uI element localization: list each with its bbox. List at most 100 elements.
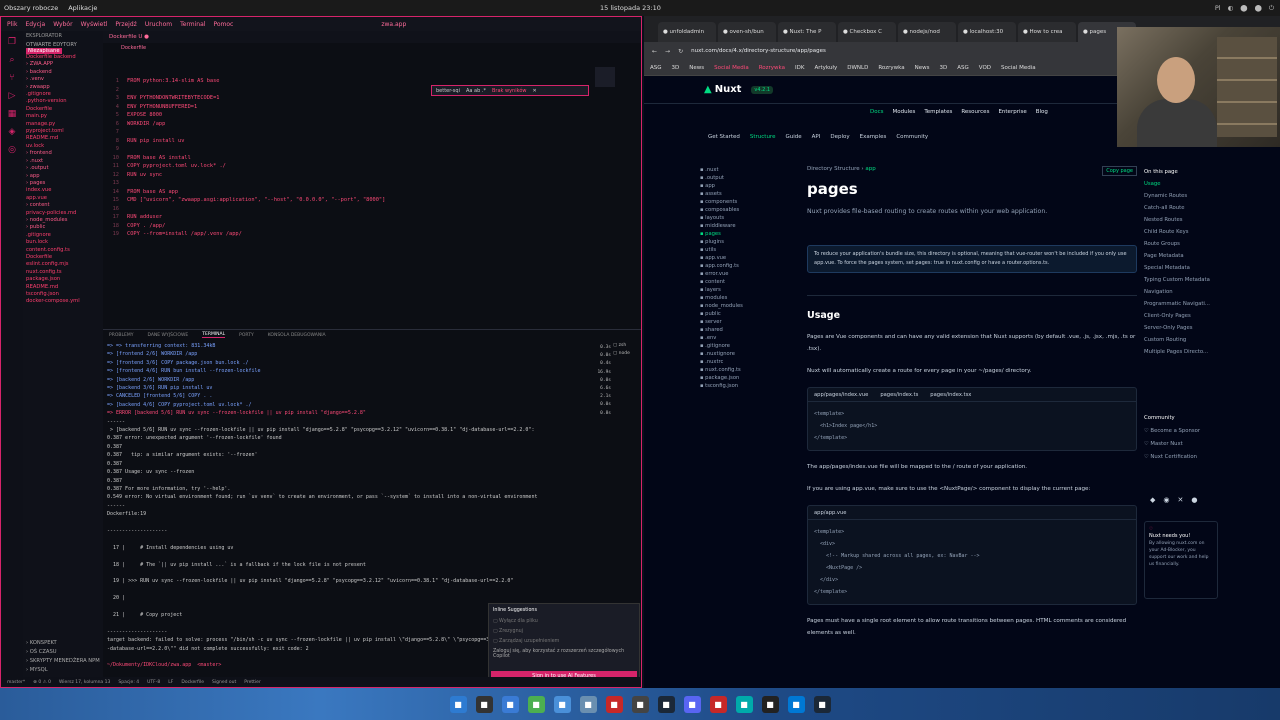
code-line[interactable]: 6 WORKDIR /app (103, 120, 603, 129)
apps-icon[interactable]: ■ (501, 695, 519, 713)
docs-tree-item[interactable]: ▪ app.vue (700, 254, 800, 262)
toc-link[interactable]: Dynamic Routes (1144, 190, 1244, 202)
status-item[interactable]: LF (168, 680, 173, 685)
docs-tree-item[interactable]: ▪ error.vue (700, 270, 800, 278)
docs-tree-item[interactable]: ▪ layers (700, 286, 800, 294)
code-tab[interactable]: app/pages/index.vue (814, 392, 868, 398)
back-icon[interactable]: ← (652, 48, 657, 55)
code-text[interactable]: COPY pyproject.toml uv.lock* ./ (127, 163, 226, 169)
toc-link[interactable]: Page Metadata (1144, 250, 1244, 262)
bookmark[interactable]: 3D (940, 65, 948, 71)
subnav-link[interactable]: API (812, 134, 821, 140)
source-control-icon[interactable]: ⑂ (9, 73, 14, 83)
bookmark[interactable]: DWNLD (847, 65, 868, 71)
bookmark[interactable]: Rozrywka (759, 65, 785, 71)
file-item[interactable]: content.config.ts (26, 247, 100, 254)
code-text[interactable]: RUN adduser (127, 214, 162, 220)
status-item[interactable]: Dockerfile (181, 680, 204, 685)
browser-tab[interactable]: ● Nuxt: The P (778, 22, 836, 42)
copilot-option[interactable]: ▢ Zarządzaj uzupełnieniem (493, 637, 635, 647)
browser-tab[interactable]: ● localhost:30 (958, 22, 1016, 42)
folder-item[interactable]: › .nuxt (26, 158, 100, 165)
docs-tree-item[interactable]: ▪ components (700, 198, 800, 206)
docs-tree-item[interactable]: ▪ tsconfig.json (700, 382, 800, 390)
docs-tree-item[interactable]: ▪ modules (700, 294, 800, 302)
toc-link[interactable]: Catch-all Route (1144, 202, 1244, 214)
code-tab[interactable]: pages/index.tsx (930, 392, 971, 398)
folder-item[interactable]: › node_modules (26, 217, 100, 224)
toc-link[interactable]: Navigation (1144, 286, 1244, 298)
docs-tree-item[interactable]: ▪ nuxt.config.ts (700, 366, 800, 374)
code-text[interactable]: ENV PYTHONUNBUFFERED=1 (127, 104, 197, 110)
clock[interactable]: 15 listopada 23:10 (600, 4, 661, 12)
community-link[interactable]: ♡ Become a Sponsor (1144, 425, 1244, 438)
tray-item[interactable]: ◐ (1228, 4, 1234, 13)
copilot-option[interactable]: ▢ Zrezygnuj (493, 627, 635, 637)
code-line[interactable]: 10 FROM base AS install (103, 154, 603, 163)
code-line[interactable]: 15 CMD ["uvicorn", "zwaapp.asgi:applicati… (103, 196, 603, 205)
open-editor-item[interactable]: Dockerfile backend (26, 54, 100, 61)
docs-tree-item[interactable]: ▪ .nuxtignore (700, 350, 800, 358)
code-line[interactable]: 3 ENV PYTHONDONTWRITEBYTECODE=1 (103, 94, 603, 103)
file-item[interactable]: Dockerfile (26, 254, 100, 261)
run-debug-icon[interactable]: ▷ (9, 91, 16, 101)
menu-item[interactable]: Terminal (180, 21, 205, 28)
docs-tree-item[interactable]: ▪ pages (700, 230, 800, 238)
nav-link[interactable]: Enterprise (998, 109, 1026, 115)
file-item[interactable]: tsconfig.json (26, 291, 100, 298)
bookmark[interactable]: News (689, 65, 704, 71)
code-line[interactable]: 7 (103, 128, 603, 137)
toc-link[interactable]: Custom Routing (1144, 334, 1244, 346)
database-icon[interactable]: ◎ (8, 145, 16, 155)
code-text[interactable]: RUN pip install uv (127, 138, 184, 144)
code-line[interactable]: 1 FROM python:3.14-slim AS base (103, 77, 603, 86)
github-icon[interactable]: ● (1191, 496, 1197, 504)
outline-section[interactable]: › OŚ CZASU (26, 649, 100, 655)
docs-tree-item[interactable]: ▪ .nuxtrc (700, 358, 800, 366)
bookmark[interactable]: News (915, 65, 930, 71)
menu-item[interactable]: Wyświetl (81, 21, 108, 28)
toc-link[interactable]: Server-Only Pages (1144, 322, 1244, 334)
reload-icon[interactable]: ↻ (678, 48, 683, 55)
subnav-link[interactable]: Deploy (830, 134, 849, 140)
breadcrumb[interactable]: Dockerfile (103, 43, 641, 53)
bookmark[interactable]: Rozrywka (878, 65, 904, 71)
version-badge[interactable]: v4.2.1 (751, 85, 774, 94)
steam2-icon[interactable]: ■ (657, 695, 675, 713)
bookmark[interactable]: ASG (650, 65, 662, 71)
extensions-icon[interactable]: ▦ (8, 109, 17, 119)
chrome-icon[interactable]: ■ (527, 695, 545, 713)
docs-tree-item[interactable]: ▪ .nuxt (700, 166, 800, 174)
discord-icon[interactable]: ◉ (1163, 496, 1169, 504)
bookmark[interactable]: 3D (672, 65, 680, 71)
bookmark[interactable]: VOD (979, 65, 991, 71)
menu-item[interactable]: Pomoc (213, 21, 233, 28)
code-line[interactable]: 4 ENV PYTHONUNBUFFERED=1 (103, 103, 603, 112)
file-item[interactable]: privacy-policies.md (26, 210, 100, 217)
folder-item[interactable]: › .output (26, 165, 100, 172)
subnav-link[interactable]: Examples (860, 134, 887, 140)
code-line[interactable]: 17 RUN adduser (103, 213, 603, 222)
panel-tab[interactable]: KONSOLA DEBUGOWANIA (268, 333, 326, 338)
tray-item[interactable]: ⬤ (1255, 4, 1262, 13)
panel-tab[interactable]: TERMINAL (202, 332, 226, 338)
check-icon[interactable]: ■ (709, 695, 727, 713)
bookmark[interactable]: Social Media (1001, 65, 1036, 71)
files-icon[interactable]: ■ (449, 695, 467, 713)
tray-item[interactable]: ⬤ (1240, 4, 1247, 13)
file-item[interactable]: bun.lock (26, 239, 100, 246)
code-line[interactable]: 5 EXPOSE 8000 (103, 111, 603, 120)
toc-link[interactable]: Special Metadata (1144, 262, 1244, 274)
nav-link[interactable]: Resources (961, 109, 989, 115)
file-item[interactable]: pyproject.toml (26, 128, 100, 135)
folder-item[interactable]: › content (26, 202, 100, 209)
code-text[interactable]: ENV PYTHONDONTWRITEBYTECODE=1 (127, 95, 219, 101)
spt-icon[interactable]: ■ (631, 695, 649, 713)
panel-tab[interactable]: PORTY (239, 333, 254, 338)
discord-icon[interactable]: ■ (683, 695, 701, 713)
file-item[interactable]: main.py (26, 113, 100, 120)
docs-tree-item[interactable]: ▪ content (700, 278, 800, 286)
folder-item[interactable]: › zwaapp (26, 84, 100, 91)
docs-tree-item[interactable]: ▪ .output (700, 174, 800, 182)
docs-tree-item[interactable]: ▪ app.config.ts (700, 262, 800, 270)
